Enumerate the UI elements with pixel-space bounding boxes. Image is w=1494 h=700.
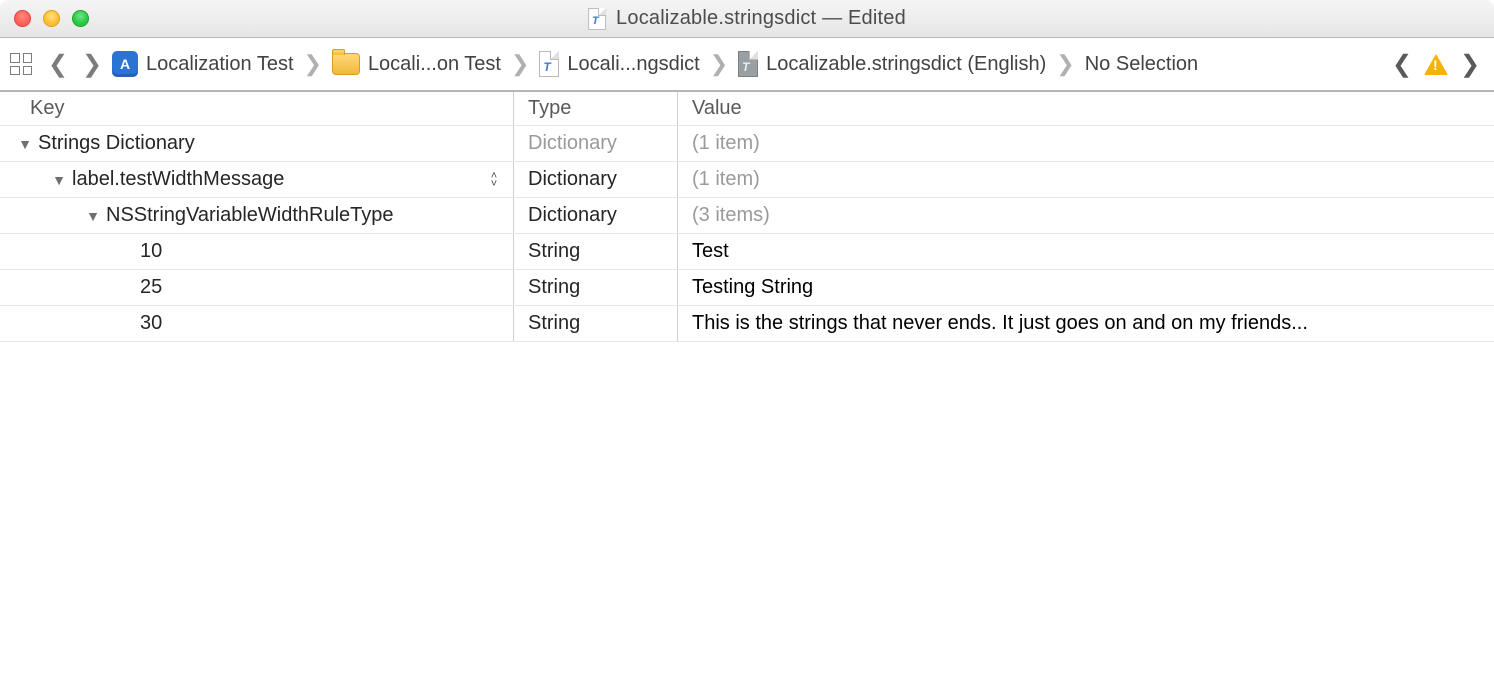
breadcrumb-localization[interactable]: Localizable.stringsdict (English) [738, 51, 1046, 77]
value-cell[interactable]: This is the strings that never ends. It … [678, 306, 1494, 341]
table-row[interactable]: ▼ NSStringVariableWidthRuleType Dictionary… [0, 198, 1494, 234]
jump-bar: ❮ ❯ Localization Test ❯ Locali...on Test… [0, 38, 1494, 92]
chevron-right-icon: ❯ [1052, 51, 1078, 77]
type-cell[interactable]: Dictionary [514, 162, 678, 197]
key-label: Strings Dictionary [38, 132, 195, 155]
history-back-button[interactable]: ❮ [44, 50, 72, 79]
chevron-right-icon: ❯ [706, 51, 732, 77]
project-icon [112, 51, 138, 77]
traffic-lights [0, 10, 89, 27]
value-cell[interactable]: (1 item) [678, 162, 1494, 197]
window-title-text: Localizable.stringsdict — Edited [616, 7, 906, 30]
folder-icon [332, 53, 360, 75]
table-row[interactable]: ▼25StringTesting String [0, 270, 1494, 306]
breadcrumb-project[interactable]: Localization Test [112, 51, 294, 77]
breadcrumb-label: Locali...on Test [368, 53, 501, 76]
breadcrumb-label: Localizable.stringsdict (English) [766, 53, 1046, 76]
key-label: NSStringVariableWidthRuleType [106, 204, 394, 227]
key-cell[interactable]: ▼30 [0, 306, 514, 341]
column-header-value[interactable]: Value [678, 92, 1494, 125]
table-row[interactable]: ▼ label.testWidthMessage ˄˅ Dictionary(1 it… [0, 162, 1494, 198]
close-button[interactable] [14, 10, 31, 27]
breadcrumb-label: Locali...ngsdict [567, 53, 699, 76]
type-cell[interactable]: String [514, 306, 678, 341]
table-header: Key Type Value [0, 92, 1494, 126]
chevron-right-icon: ❯ [300, 51, 326, 77]
breadcrumb-folder[interactable]: Locali...on Test [332, 53, 501, 76]
plist-rows: ▼Strings DictionaryDictionary(1 item)▼la… [0, 126, 1494, 342]
key-cell[interactable]: ▼10 [0, 234, 514, 269]
table-row[interactable]: ▼ Strings Dictionary Dictionary(1 item) [0, 126, 1494, 162]
breadcrumb-file[interactable]: Locali...ngsdict [539, 51, 699, 77]
disclosure-triangle-icon[interactable]: ▼ [18, 136, 32, 152]
localized-file-icon [738, 51, 758, 77]
type-cell[interactable]: String [514, 270, 678, 305]
minimize-button[interactable] [43, 10, 60, 27]
warning-icon[interactable] [1424, 54, 1448, 75]
breadcrumb-label: Localization Test [146, 53, 294, 76]
key-label: 25 [140, 276, 162, 299]
key-stepper[interactable]: ˄˅ [487, 172, 501, 188]
titlebar: Localizable.stringsdict — Edited [0, 0, 1494, 38]
key-label: label.testWidthMessage [72, 168, 284, 191]
key-cell[interactable]: ▼ label.testWidthMessage ˄˅ [0, 162, 514, 197]
disclosure-triangle-icon[interactable]: ▼ [86, 208, 100, 224]
disclosure-triangle-icon[interactable]: ▼ [52, 172, 66, 188]
table-row[interactable]: ▼30StringThis is the strings that never … [0, 306, 1494, 342]
issues-next-button[interactable]: ❯ [1456, 50, 1484, 79]
related-items-icon[interactable] [10, 53, 32, 75]
type-cell[interactable]: String [514, 234, 678, 269]
type-cell[interactable]: Dictionary [514, 126, 678, 161]
column-header-type[interactable]: Type [514, 92, 678, 125]
value-cell[interactable]: Testing String [678, 270, 1494, 305]
value-cell[interactable]: Test [678, 234, 1494, 269]
key-cell[interactable]: ▼ NSStringVariableWidthRuleType [0, 198, 514, 233]
document-icon [588, 8, 606, 30]
key-label: 10 [140, 240, 162, 263]
issues-prev-button[interactable]: ❮ [1388, 50, 1416, 79]
breadcrumb-selection[interactable]: No Selection [1085, 53, 1198, 76]
type-cell[interactable]: Dictionary [514, 198, 678, 233]
stringsdict-file-icon [539, 51, 559, 77]
key-cell[interactable]: ▼ Strings Dictionary [0, 126, 514, 161]
key-cell[interactable]: ▼25 [0, 270, 514, 305]
column-header-key[interactable]: Key [0, 92, 514, 125]
table-row[interactable]: ▼10StringTest [0, 234, 1494, 270]
value-cell[interactable]: (3 items) [678, 198, 1494, 233]
history-forward-button[interactable]: ❯ [78, 50, 106, 79]
value-cell[interactable]: (1 item) [678, 126, 1494, 161]
window-title: Localizable.stringsdict — Edited [588, 7, 906, 30]
key-label: 30 [140, 312, 162, 335]
chevron-right-icon: ❯ [507, 51, 533, 77]
breadcrumb-label: No Selection [1085, 53, 1198, 76]
maximize-button[interactable] [72, 10, 89, 27]
